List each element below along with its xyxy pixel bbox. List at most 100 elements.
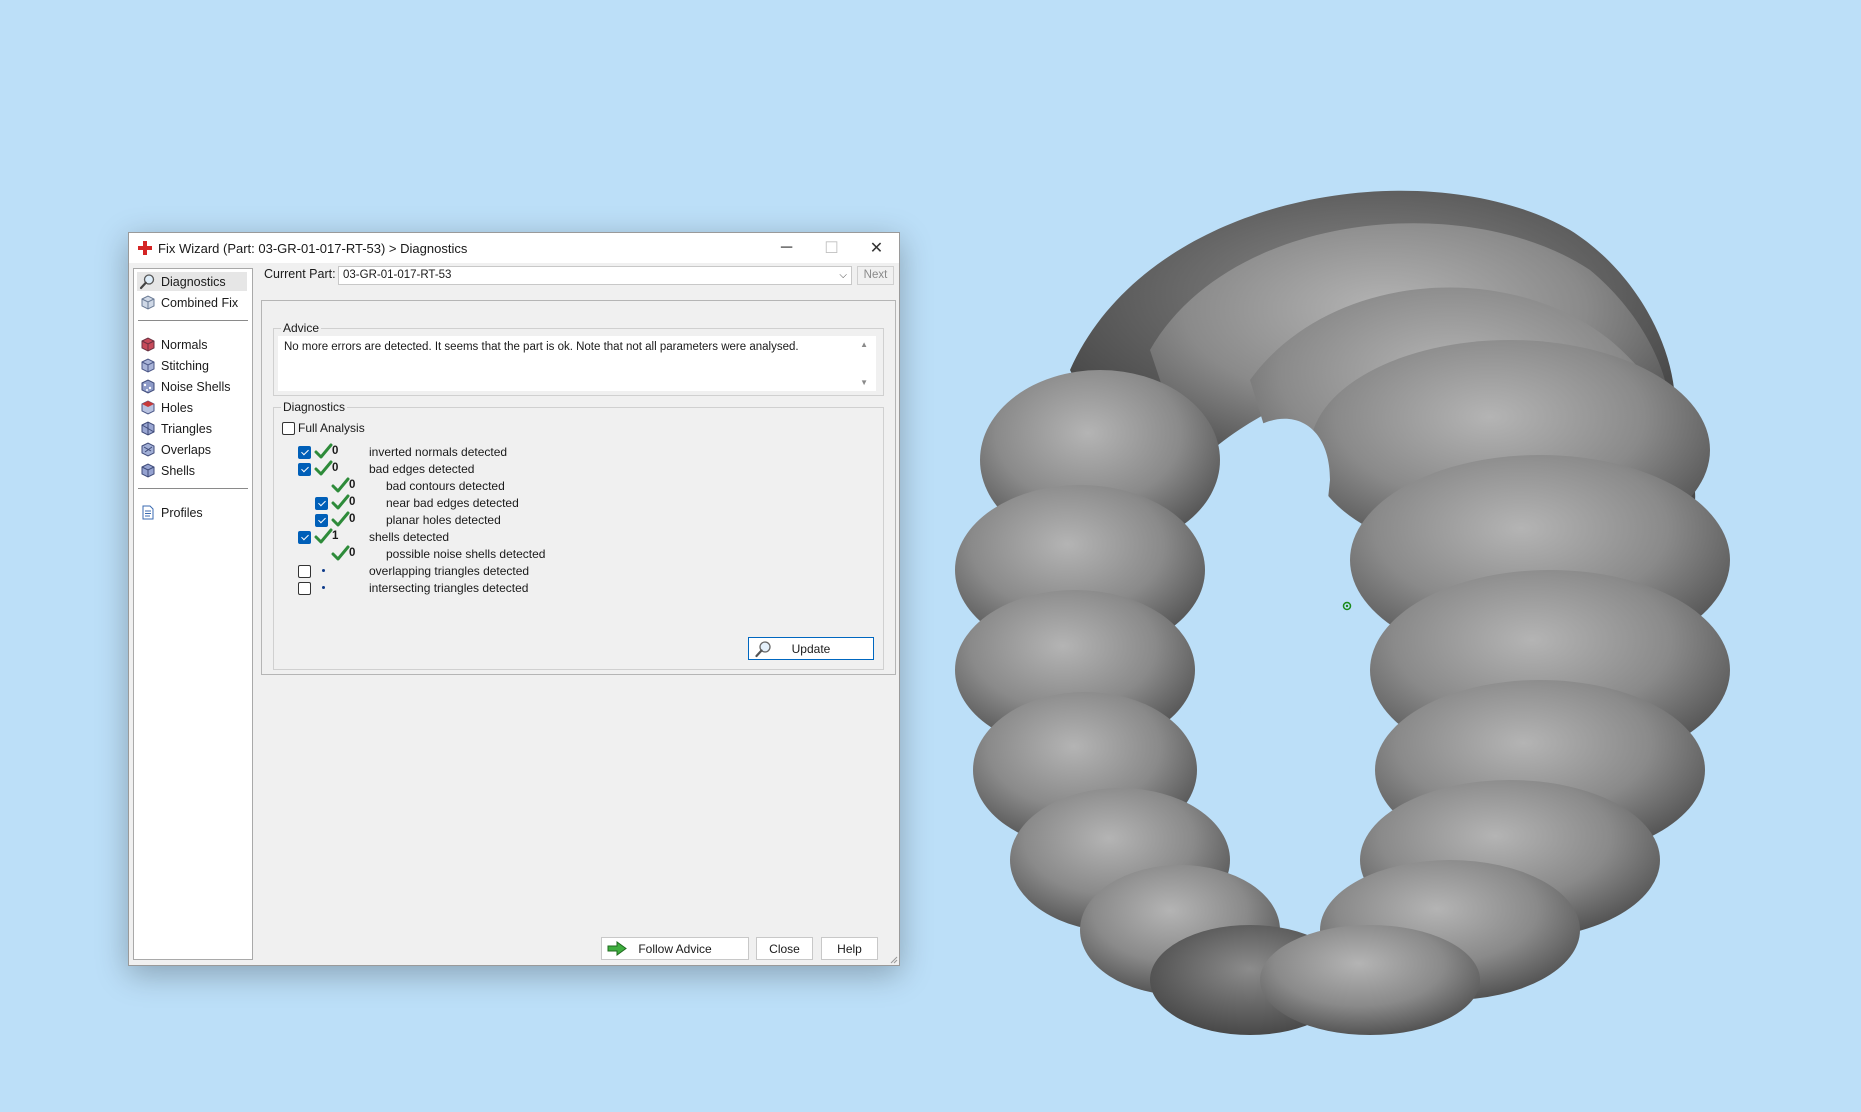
diagnostic-checkbox[interactable]: [315, 514, 328, 527]
overlaps-cube-icon: [141, 442, 155, 457]
minimize-button[interactable]: ─: [764, 233, 809, 263]
diagnostic-row: 0 planar holes detected: [274, 511, 874, 529]
close-window-button[interactable]: ✕: [854, 233, 899, 263]
fix-wizard-dialog: Fix Wizard (Part: 03-GR-01-017-RT-53) > …: [128, 232, 900, 966]
diagnostic-label: near bad edges detected: [386, 496, 519, 510]
diagnostic-count: 0: [349, 547, 356, 559]
diagnostic-checkbox[interactable]: [298, 582, 311, 595]
diagnostic-row: overlapping triangles detected: [274, 562, 874, 580]
help-button[interactable]: Help: [821, 937, 878, 960]
close-button[interactable]: Close: [756, 937, 813, 960]
triangles-cube-icon: [141, 421, 155, 436]
diagnostic-row: 0 bad edges detected: [274, 460, 874, 478]
diagnostic-checkbox[interactable]: [298, 531, 311, 544]
nav-item-normals[interactable]: Normals: [137, 335, 247, 354]
diagnostic-label: bad edges detected: [369, 462, 475, 476]
diagnostic-checkbox[interactable]: [298, 565, 311, 578]
update-button[interactable]: Update: [748, 637, 874, 660]
diagnostic-count: 0: [349, 479, 356, 491]
nav-separator: [138, 488, 248, 489]
follow-advice-label: Follow Advice: [638, 941, 712, 956]
shells-cube-icon: [141, 463, 155, 478]
diagnostic-label: bad contours detected: [386, 479, 505, 493]
nav-separator: [138, 320, 248, 321]
nav-item-label: Profiles: [161, 505, 203, 520]
nav-item-diagnostics[interactable]: Diagnostics: [137, 272, 247, 291]
diagnostics-panel: Advice No more errors are detected. It s…: [261, 300, 896, 675]
next-button[interactable]: Next: [857, 266, 894, 285]
nav-item-label: Noise Shells: [161, 379, 231, 394]
diagnostic-row: 1 shells detected: [274, 528, 874, 546]
diagnostic-checkbox[interactable]: [315, 497, 328, 510]
nav-item-label: Combined Fix: [161, 295, 239, 310]
nav-item-combined-fix[interactable]: Combined Fix: [137, 293, 247, 312]
diagnostic-row: 0 bad contours detected: [274, 477, 874, 495]
diagnostic-label: possible noise shells detected: [386, 547, 546, 561]
current-part-label: Current Part:: [264, 267, 336, 281]
diagnostic-label: shells detected: [369, 530, 450, 544]
pending-dot-icon: [322, 569, 325, 572]
normals-cube-icon: [141, 337, 155, 352]
full-analysis-label: Full Analysis: [298, 421, 365, 435]
nav-item-triangles[interactable]: Triangles: [137, 419, 247, 438]
nav-item-holes[interactable]: Holes: [137, 398, 247, 417]
full-analysis-checkbox[interactable]: [282, 421, 295, 435]
arrow-right-icon: [607, 941, 627, 956]
nav-item-label: Diagnostics: [161, 274, 226, 289]
diagnostics-title: Diagnostics: [281, 400, 348, 414]
nav-item-label: Stitching: [161, 358, 209, 373]
follow-advice-button[interactable]: Follow Advice: [601, 937, 749, 960]
update-label: Update: [791, 641, 831, 656]
current-part-select[interactable]: 03-GR-01-017-RT-53 ⌵: [338, 266, 852, 285]
nav-item-label: Overlaps: [161, 442, 212, 457]
document-icon: [142, 505, 154, 520]
diagnostic-count: 0: [332, 445, 339, 457]
pending-dot-icon: [322, 586, 325, 589]
green-check-icon: [314, 460, 333, 476]
cube-icon: [141, 295, 155, 310]
diagnostic-label: intersecting triangles detected: [369, 581, 529, 595]
green-check-icon: [331, 545, 350, 561]
nav-item-noise-shells[interactable]: Noise Shells: [137, 377, 247, 396]
diagnostic-label: overlapping triangles detected: [369, 564, 530, 578]
diagnostics-group: Diagnostics Full Analysis 0 inverted norm…: [273, 400, 884, 670]
diagnostic-label: inverted normals detected: [369, 445, 508, 459]
app-cross-icon: [138, 241, 152, 255]
diagnostic-count: 0: [349, 513, 356, 525]
diagnostic-row: 0 inverted normals detected: [274, 443, 874, 461]
advice-text-box[interactable]: No more errors are detected. It seems th…: [278, 336, 876, 391]
maximize-button[interactable]: ☐: [809, 233, 854, 263]
green-check-icon: [314, 528, 333, 544]
holes-cube-icon: [141, 400, 155, 415]
diagnostic-checkbox[interactable]: [298, 463, 311, 476]
diagnostic-row: 0 possible noise shells detected: [274, 545, 874, 563]
diagnostic-count: 0: [332, 462, 339, 474]
scroll-down-icon[interactable]: ▼: [860, 378, 868, 387]
nav-item-overlaps[interactable]: Overlaps: [137, 440, 247, 459]
nav-item-label: Shells: [161, 463, 196, 478]
nav-item-profiles[interactable]: Profiles: [137, 503, 247, 522]
noise-shells-icon: [141, 379, 155, 394]
wizard-nav-list: Diagnostics Combined Fix Normals Stitchi…: [133, 268, 253, 960]
diagnostic-checkbox[interactable]: [298, 446, 311, 459]
nav-item-label: Holes: [161, 400, 193, 415]
advice-text: No more errors are detected. It seems th…: [284, 341, 799, 353]
diagnostic-row: intersecting triangles detected: [274, 579, 874, 597]
nav-item-stitching[interactable]: Stitching: [137, 356, 247, 375]
advice-group: Advice No more errors are detected. It s…: [273, 321, 884, 396]
title-bar[interactable]: Fix Wizard (Part: 03-GR-01-017-RT-53) > …: [129, 233, 899, 263]
window-title: Fix Wizard (Part: 03-GR-01-017-RT-53) > …: [158, 241, 468, 256]
green-check-icon: [331, 511, 350, 527]
green-check-icon: [314, 443, 333, 459]
nav-item-shells[interactable]: Shells: [137, 461, 247, 480]
green-check-icon: [331, 494, 350, 510]
scroll-up-icon[interactable]: ▲: [860, 340, 868, 349]
nav-item-label: Normals: [161, 337, 208, 352]
chevron-down-icon: ⌵: [839, 270, 847, 281]
resize-grip-icon[interactable]: [888, 954, 898, 964]
ring-model[interactable]: [950, 150, 1750, 1050]
diagnostic-count: 0: [349, 496, 356, 508]
full-analysis-option[interactable]: Full Analysis: [282, 421, 365, 435]
diagnostic-row: 0 near bad edges detected: [274, 494, 874, 512]
green-check-icon: [331, 477, 350, 493]
